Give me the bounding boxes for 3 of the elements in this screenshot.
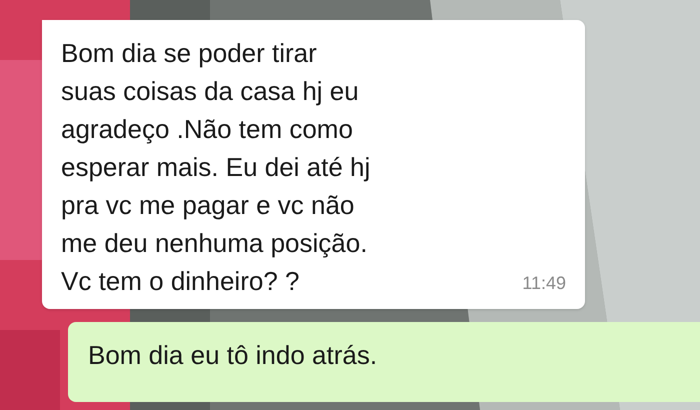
- message-text: Bom dia se poder tirar suas coisas da casa hj eu agradeço .Não tem como esperar mais. Eu dei até hj pra vc me pagar e vc não me deu nenhuma posição. Vc tem o dinheiro? ?: [61, 37, 370, 298]
- message-time: 11:49: [522, 272, 566, 295]
- message-text: Bom dia eu tô indo atrás.: [88, 339, 378, 372]
